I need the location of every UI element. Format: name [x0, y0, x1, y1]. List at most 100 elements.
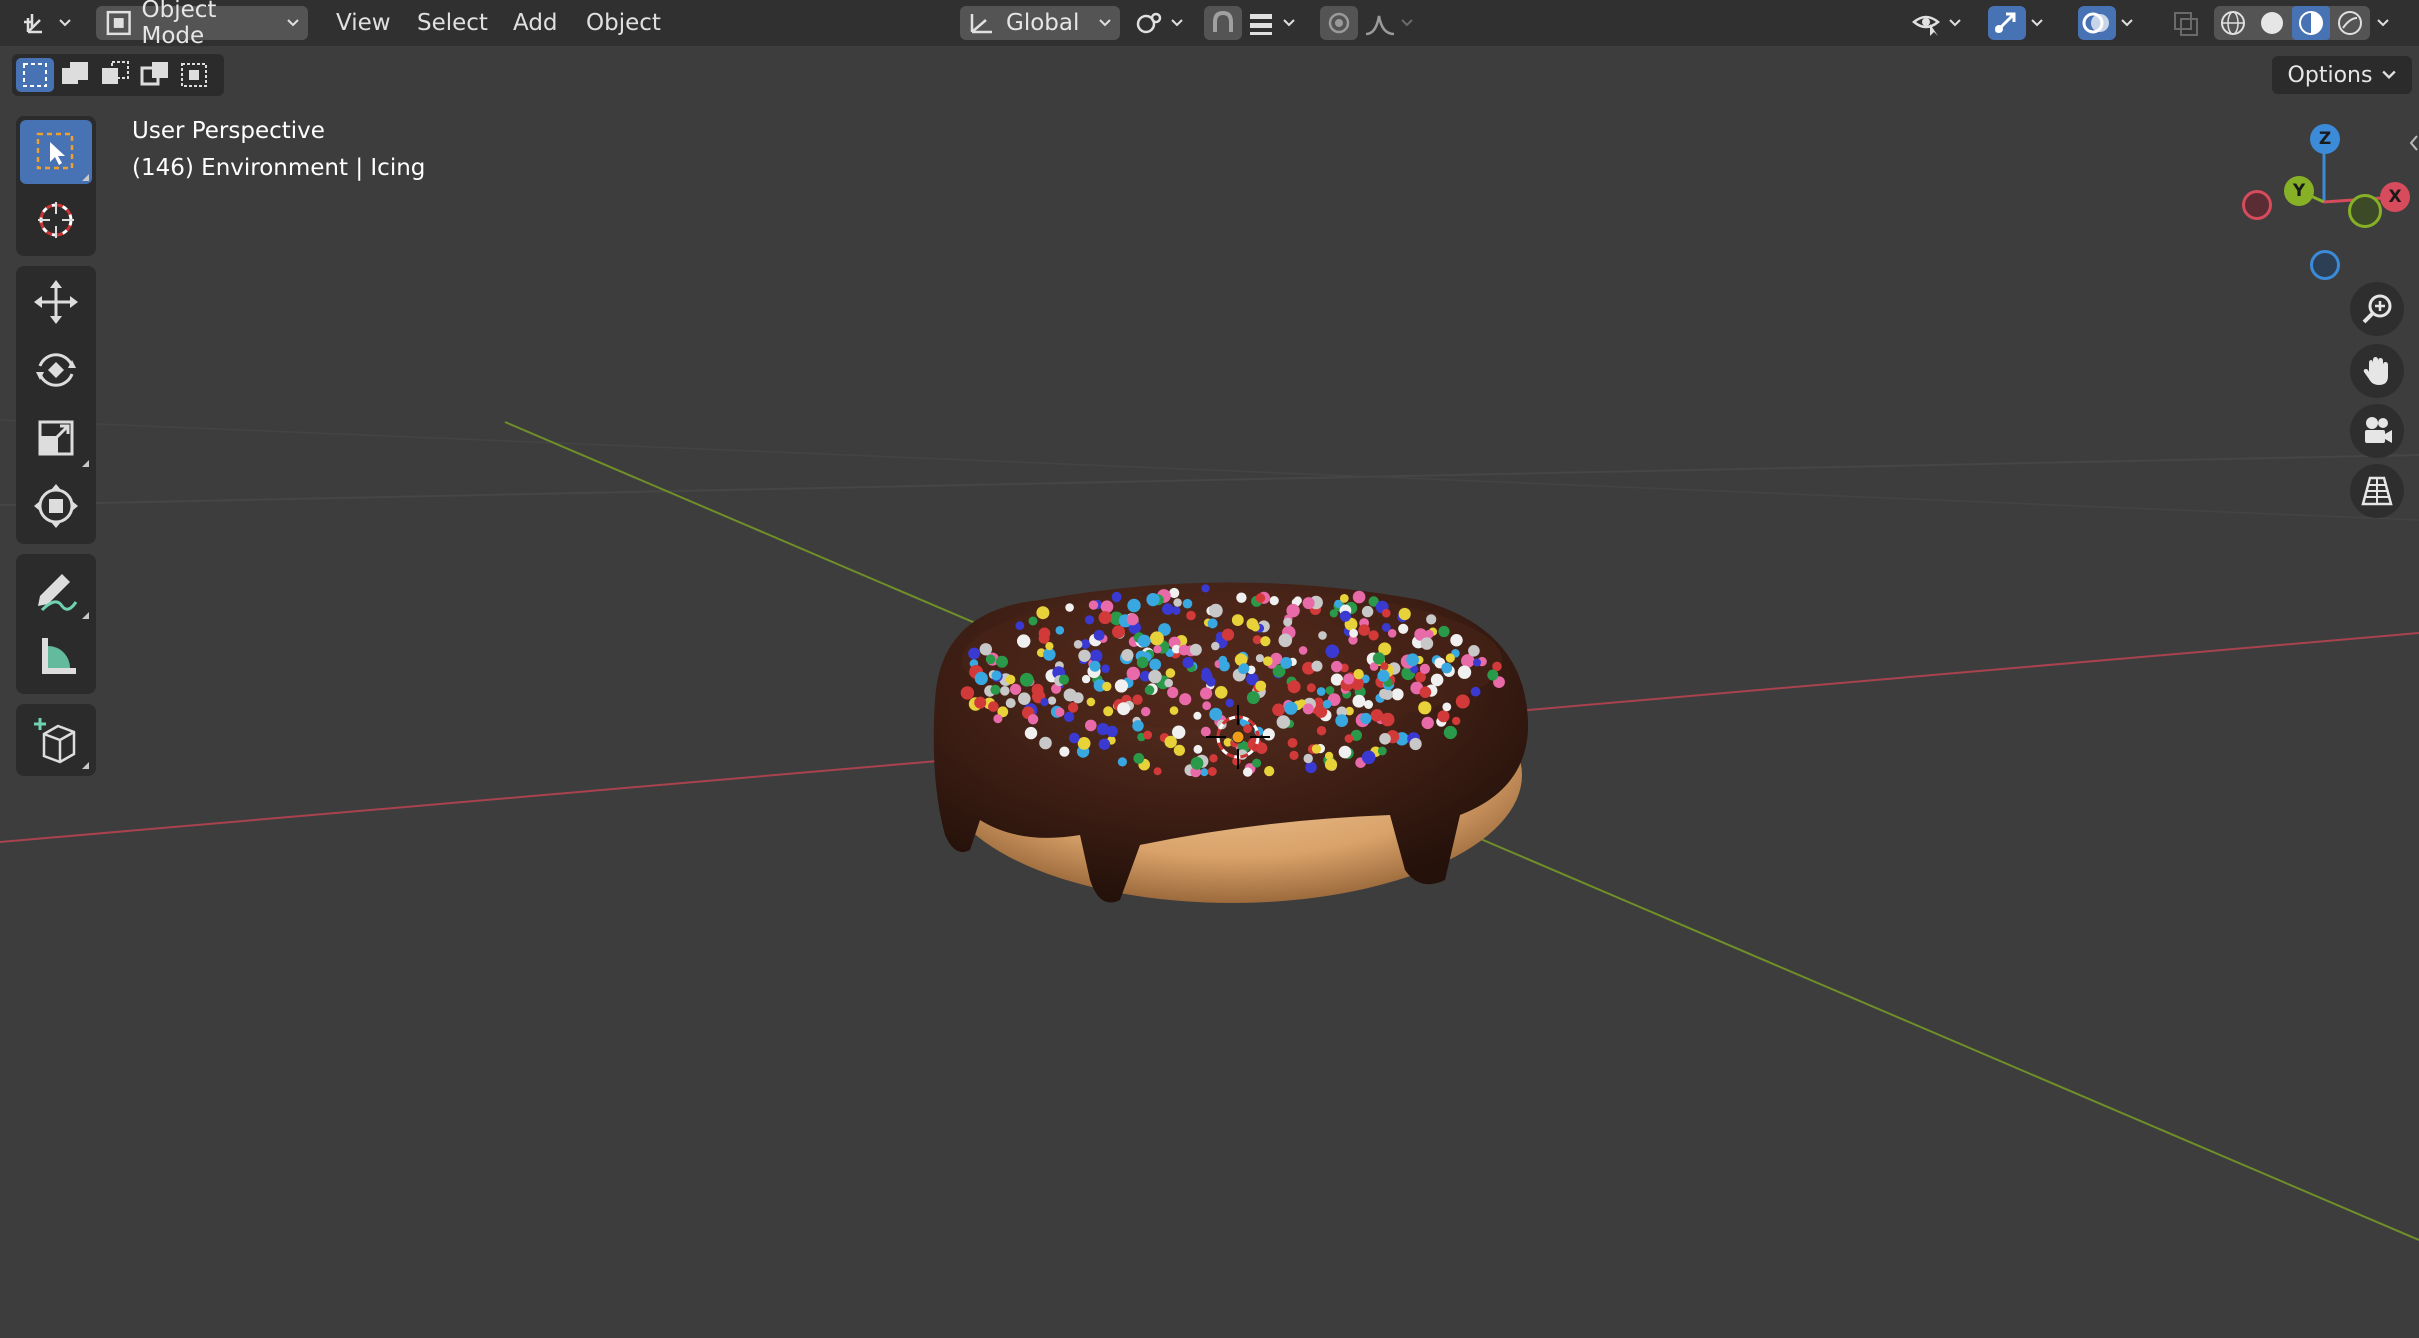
falloff-dropdown[interactable]	[1362, 6, 1422, 40]
sprinkle	[1352, 694, 1366, 708]
measure-ruler-icon	[42, 638, 76, 674]
cursor-tool[interactable]	[20, 188, 92, 252]
wireframe-shading-icon[interactable]	[2214, 6, 2252, 40]
sprinkle	[1208, 603, 1223, 618]
sprinkle	[1017, 634, 1031, 648]
sprinkle	[1377, 669, 1390, 682]
sprinkle	[1102, 681, 1112, 692]
sprinkle	[1121, 649, 1134, 662]
sprinkle	[1272, 703, 1285, 717]
sprinkle	[1255, 654, 1264, 663]
axes-editor-icon	[24, 14, 42, 34]
sidebar-toggle[interactable]	[2408, 130, 2419, 156]
sprinkle	[1219, 660, 1230, 672]
sprinkle	[1305, 761, 1317, 774]
sprinkle	[1148, 669, 1162, 684]
select-subtract-icon[interactable]	[96, 58, 134, 92]
sprinkle	[1360, 712, 1372, 725]
menu-select[interactable]: Select	[417, 0, 488, 46]
select-box-tool[interactable]	[20, 120, 92, 184]
solid-shading-icon[interactable]	[2253, 6, 2291, 40]
sprinkle	[1200, 726, 1211, 737]
sprinkle	[1353, 669, 1364, 680]
options-dropdown[interactable]: Options	[2272, 56, 2412, 94]
gizmo-neg-y-ball[interactable]	[2348, 194, 2382, 228]
chevron-down-icon	[56, 6, 74, 40]
gizmos-toggle[interactable]	[1988, 6, 2026, 40]
sprinkle	[1141, 706, 1151, 717]
sprinkle	[1420, 637, 1434, 650]
sprinkle	[993, 714, 1003, 724]
menu-add[interactable]: Add	[513, 0, 558, 46]
proportional-editing-toggle[interactable]	[1320, 6, 1358, 40]
rotate-tool[interactable]	[20, 338, 92, 402]
viewport-header: Object Mode View Select Add Object Globa…	[0, 0, 2419, 49]
zoom-button[interactable]	[2350, 282, 2404, 336]
sprinkle	[1200, 687, 1213, 700]
chevron-down-icon	[1280, 6, 1298, 40]
xray-icon	[2174, 12, 2198, 36]
gizmo-z-ball[interactable]: Z	[2310, 124, 2340, 154]
add-cube-tool[interactable]	[20, 708, 92, 772]
pivot-point-dropdown[interactable]	[1132, 6, 1192, 40]
snap-toggle[interactable]	[1204, 6, 1242, 40]
overlays-toggle[interactable]	[2078, 6, 2116, 40]
xray-toggle[interactable]	[2168, 6, 2204, 40]
sprinkle	[1255, 593, 1266, 603]
camera-view-button[interactable]	[2350, 404, 2404, 458]
navigation-gizmo[interactable]: Z Y X	[2240, 120, 2410, 290]
move-tool[interactable]	[20, 270, 92, 334]
gizmo-neg-z-ball[interactable]	[2310, 250, 2340, 280]
shading-dropdown[interactable]	[2374, 6, 2402, 40]
sprinkle	[1437, 710, 1450, 723]
gizmo-neg-x-ball[interactable]	[2242, 190, 2272, 220]
proportional-edit-icon	[1328, 12, 1350, 34]
sprinkle	[1269, 596, 1279, 606]
sprinkle	[1409, 737, 1422, 751]
sprinkle	[1114, 679, 1128, 693]
gizmos-dropdown[interactable]	[2028, 6, 2056, 40]
editor-type-button[interactable]	[20, 6, 78, 40]
overlays-dropdown[interactable]	[2118, 6, 2146, 40]
gizmo-y-ball[interactable]: Y	[2284, 176, 2314, 206]
perspective-toggle-button[interactable]	[2350, 464, 2404, 518]
sprinkle	[1380, 662, 1389, 671]
select-intersect-icon[interactable]	[176, 58, 214, 92]
scale-tool[interactable]	[20, 406, 92, 470]
viewport-scene[interactable]	[0, 0, 2419, 1338]
gizmo-x-ball[interactable]: X	[2380, 182, 2410, 212]
transform-orientation-dropdown[interactable]: Global	[960, 6, 1120, 40]
snap-increment-icon	[1250, 14, 1272, 35]
sprinkle	[1010, 683, 1022, 695]
3d-viewport[interactable]: Object Mode View Select Add Object Globa…	[0, 0, 2419, 1338]
snap-target-dropdown[interactable]	[1244, 6, 1306, 40]
donut-object[interactable]	[933, 582, 1529, 904]
annotate-tool[interactable]	[20, 558, 92, 622]
rendered-shading-icon[interactable]	[2331, 6, 2369, 40]
sprinkle	[1084, 615, 1095, 625]
sprinkle	[1047, 696, 1057, 705]
select-new-button[interactable]	[16, 58, 54, 92]
selection-mode-bar	[12, 54, 224, 96]
chevron-down-icon	[1096, 6, 1114, 40]
select-extend-icon[interactable]	[56, 58, 94, 92]
sprinkle	[1126, 613, 1139, 626]
sprinkle	[1132, 720, 1144, 732]
sprinkle	[1081, 674, 1091, 684]
pan-button[interactable]	[2350, 344, 2404, 398]
menu-view[interactable]: View	[336, 0, 391, 46]
mode-label: Object Mode	[141, 0, 217, 49]
mode-dropdown[interactable]: Object Mode	[96, 0, 308, 49]
transform-tool[interactable]	[20, 474, 92, 538]
material-preview-shading-icon[interactable]	[2292, 6, 2330, 40]
measure-tool[interactable]	[20, 626, 92, 690]
sprinkle	[1338, 745, 1352, 759]
sprinkle	[1298, 646, 1308, 655]
overlays-icon	[2082, 12, 2109, 34]
select-invert-icon[interactable]	[136, 58, 174, 92]
selectability-visibility-dropdown[interactable]	[1910, 6, 1972, 40]
sprinkle	[974, 696, 987, 709]
pivot-icon	[1136, 12, 1162, 34]
menu-object[interactable]: Object	[586, 0, 661, 46]
sprinkle	[1311, 660, 1323, 672]
